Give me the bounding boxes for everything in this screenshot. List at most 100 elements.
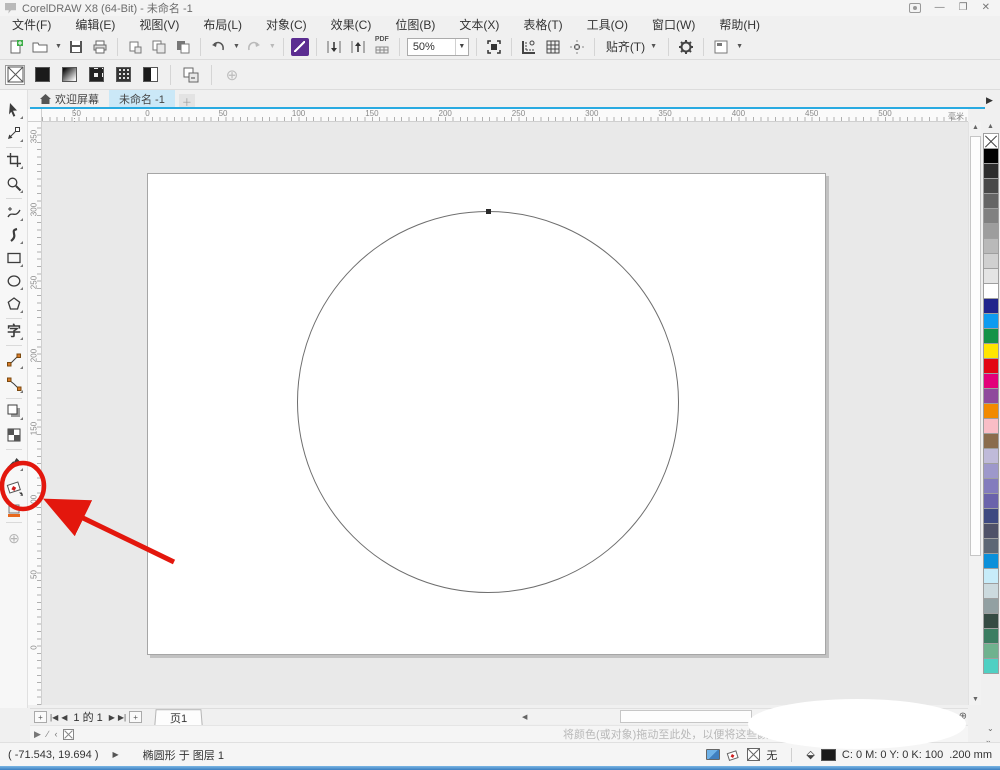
transparency-tool[interactable]: [4, 425, 24, 445]
open-icon[interactable]: [30, 37, 50, 57]
color-swatch-13[interactable]: [983, 343, 999, 359]
undo-icon[interactable]: [208, 37, 228, 57]
color-swatch-1[interactable]: [983, 163, 999, 179]
color-swatch-17[interactable]: [983, 403, 999, 419]
palette-eyedropper-icon[interactable]: ∕: [47, 729, 49, 739]
launcher-dropdown-icon[interactable]: ▼: [736, 43, 743, 50]
export-icon[interactable]: [348, 37, 368, 57]
interactive-fill-tool[interactable]: [4, 477, 24, 497]
previous-page-icon[interactable]: ◀: [61, 713, 67, 722]
new-tab-button[interactable]: ＋: [178, 94, 195, 109]
menu-item-4[interactable]: 对象(C): [254, 16, 319, 34]
scroll-up-icon[interactable]: ▲: [972, 124, 979, 131]
color-swatch-4[interactable]: [983, 208, 999, 224]
color-swatch-9[interactable]: [983, 283, 999, 299]
close-button[interactable]: ✕: [982, 3, 990, 13]
last-page-icon[interactable]: ▶|: [118, 713, 126, 722]
tab-scroll-right-icon[interactable]: ▶: [986, 95, 993, 106]
ellipse-object[interactable]: [297, 211, 679, 593]
menu-item-7[interactable]: 文本(X): [447, 16, 511, 34]
color-swatch-34[interactable]: [983, 658, 999, 674]
menu-item-3[interactable]: 布局(L): [191, 16, 254, 34]
zoom-combo-dropdown-icon[interactable]: ▼: [454, 38, 468, 55]
color-swatch-26[interactable]: [983, 538, 999, 554]
pattern-fill-button[interactable]: [86, 65, 106, 85]
palette-no-color-icon[interactable]: [63, 728, 75, 740]
redo-icon[interactable]: [244, 37, 264, 57]
artistic-media-tool[interactable]: [4, 225, 24, 245]
menu-item-9[interactable]: 工具(O): [575, 16, 640, 34]
print-icon[interactable]: [90, 37, 110, 57]
dimension-tool[interactable]: [4, 350, 24, 370]
add-page-before-button[interactable]: +: [34, 711, 47, 723]
color-swatch-14[interactable]: [983, 358, 999, 374]
drawing-canvas[interactable]: [42, 122, 968, 705]
open-dropdown-icon[interactable]: ▼: [55, 43, 62, 50]
color-swatch-18[interactable]: [983, 418, 999, 434]
texture-fill-button[interactable]: [113, 65, 133, 85]
smart-fill-tool[interactable]: [4, 500, 24, 520]
color-swatch-11[interactable]: [983, 313, 999, 329]
scroll-left-icon[interactable]: ◀: [522, 713, 527, 721]
palette-flyout-icon[interactable]: ▶: [34, 729, 41, 740]
options-gear-icon[interactable]: [676, 37, 696, 57]
color-swatch-12[interactable]: [983, 328, 999, 344]
redo-dropdown-icon[interactable]: ▼: [269, 43, 276, 50]
text-tool[interactable]: 字: [4, 321, 24, 341]
first-page-icon[interactable]: |◀: [50, 713, 58, 722]
color-swatch-28[interactable]: [983, 568, 999, 584]
zoom-level-combo[interactable]: 50% ▼: [406, 37, 469, 56]
color-swatch-27[interactable]: [983, 553, 999, 569]
color-swatch-19[interactable]: [983, 433, 999, 449]
search-content-icon[interactable]: [290, 37, 309, 56]
vertical-scrollbar-thumb[interactable]: [970, 136, 981, 556]
palette-scroll-up-icon[interactable]: ▲: [987, 123, 994, 130]
vertical-scrollbar[interactable]: ▲ ▼: [968, 122, 981, 705]
no-color-swatch[interactable]: [983, 133, 999, 149]
drop-shadow-tool[interactable]: [4, 401, 24, 421]
undo-dropdown-icon[interactable]: ▼: [233, 43, 240, 50]
coords-flyout-icon[interactable]: ▶: [113, 750, 119, 759]
horizontal-ruler[interactable]: 毫米 50 0 50 100 150 200 250 300 350 400 450 500: [42, 109, 968, 122]
copy-fill-button[interactable]: [181, 65, 201, 85]
copy-icon[interactable]: [149, 37, 169, 57]
show-rulers-icon[interactable]: [519, 37, 539, 57]
ruler-origin-corner[interactable]: [28, 109, 42, 122]
menu-item-2[interactable]: 视图(V): [127, 16, 191, 34]
postscript-fill-button[interactable]: [140, 65, 160, 85]
account-icon[interactable]: [908, 3, 921, 13]
uniform-fill-button[interactable]: [32, 65, 52, 85]
restore-button[interactable]: ❐: [959, 3, 968, 13]
pick-tool[interactable]: [4, 100, 24, 120]
publish-pdf-icon[interactable]: PDF: [372, 36, 392, 57]
polygon-tool[interactable]: [4, 294, 24, 314]
menu-item-10[interactable]: 窗口(W): [640, 16, 707, 34]
snap-to-button[interactable]: 贴齐(T) ▼: [602, 38, 661, 55]
new-document-icon[interactable]: [6, 37, 26, 57]
color-eyedropper-tool[interactable]: [4, 452, 24, 472]
show-grid-icon[interactable]: [543, 37, 563, 57]
outline-pen-icon[interactable]: ⬙: [806, 748, 814, 761]
ellipse-tool[interactable]: [4, 271, 24, 291]
tab-welcome-screen[interactable]: 欢迎屏幕: [30, 90, 109, 108]
launcher-icon[interactable]: [711, 37, 731, 57]
fill-none-swatch[interactable]: [747, 748, 761, 761]
scroll-down-icon[interactable]: ▼: [972, 696, 979, 703]
crop-tool[interactable]: [4, 150, 24, 170]
color-swatch-2[interactable]: [983, 178, 999, 194]
color-swatch-10[interactable]: [983, 298, 999, 314]
color-swatch-0[interactable]: [983, 148, 999, 164]
palette-left-icon[interactable]: ‹: [54, 729, 57, 739]
freehand-tool[interactable]: [4, 202, 24, 222]
color-swatch-8[interactable]: [983, 268, 999, 284]
edit-fill-button[interactable]: ⊕: [222, 65, 242, 85]
fill-bucket-icon[interactable]: [726, 748, 741, 762]
save-icon[interactable]: [66, 37, 86, 57]
next-page-icon[interactable]: ▶: [109, 713, 115, 722]
color-swatch-22[interactable]: [983, 478, 999, 494]
tab-document[interactable]: 未命名 -1: [109, 90, 175, 108]
import-icon[interactable]: [324, 37, 344, 57]
color-swatch-6[interactable]: [983, 238, 999, 254]
menu-item-0[interactable]: 文件(F): [0, 16, 63, 34]
paste-icon[interactable]: [173, 37, 193, 57]
